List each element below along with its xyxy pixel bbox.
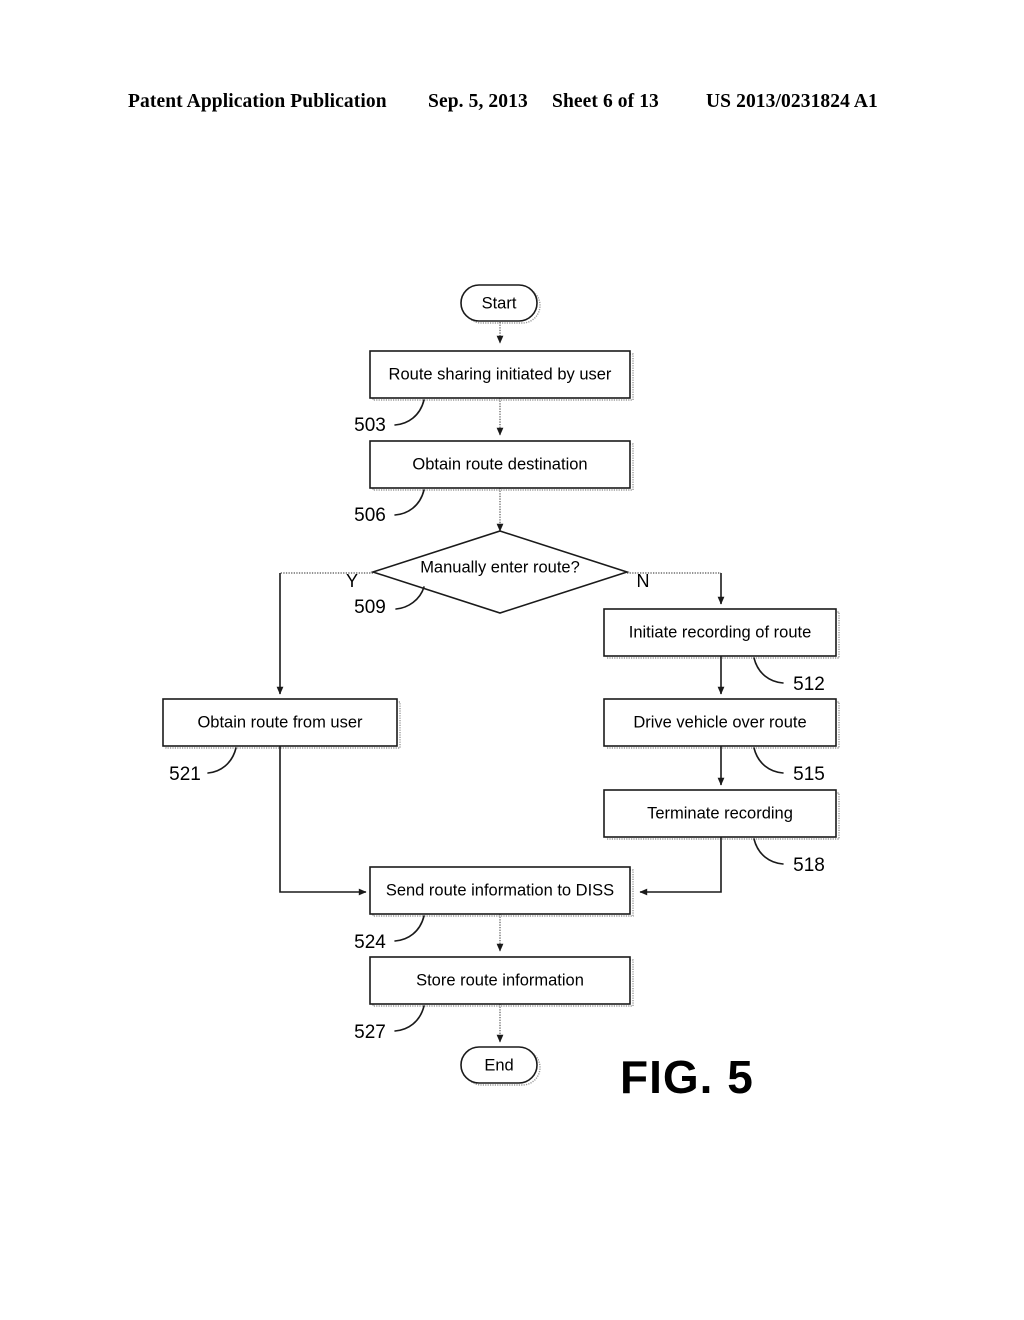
node-route-sharing: Route sharing initiated by user (369, 350, 631, 399)
leader-509: 509 (354, 586, 425, 618)
leader-521: 521 (169, 747, 237, 785)
node-obtain-destination: Obtain route destination (369, 440, 631, 489)
figure-5-flowchart: Start Route sharing initiated by user 50… (0, 0, 1024, 1320)
node-obtain-destination-label: Obtain route destination (412, 455, 587, 473)
connector-521-to-524 (279, 746, 367, 896)
node-obtain-route-user-label: Obtain route from user (197, 713, 363, 731)
branch-label-yes: Y (346, 571, 358, 591)
node-start: Start (460, 284, 538, 322)
reference-numeral-515: 515 (793, 764, 825, 785)
node-initiate-recording-label: Initiate recording of route (629, 623, 812, 641)
leader-512: 512 (753, 657, 825, 695)
leader-503: 503 (354, 399, 425, 436)
node-decision-label: Manually enter route? (420, 558, 580, 576)
leader-515: 515 (753, 747, 825, 785)
leader-506: 506 (354, 489, 425, 526)
reference-numeral-503: 503 (354, 415, 386, 436)
node-end: End (460, 1046, 538, 1084)
node-decision: Manually enter route? (370, 530, 630, 614)
figure-label: FIG. 5 (620, 1051, 754, 1103)
leader-518: 518 (753, 838, 825, 876)
branch-label-no: N (637, 571, 650, 591)
leader-524: 524 (354, 915, 425, 953)
node-end-label: End (484, 1056, 513, 1074)
node-drive-vehicle: Drive vehicle over route (603, 698, 837, 747)
reference-numeral-506: 506 (354, 505, 386, 526)
leader-527: 527 (354, 1005, 425, 1043)
node-route-sharing-label: Route sharing initiated by user (389, 365, 612, 383)
reference-numeral-527: 527 (354, 1022, 386, 1043)
node-terminate-recording: Terminate recording (603, 789, 837, 838)
node-obtain-route-user: Obtain route from user (162, 698, 398, 747)
node-send-diss-label: Send route information to DISS (386, 881, 614, 899)
node-send-diss: Send route information to DISS (369, 866, 631, 915)
reference-numeral-518: 518 (793, 855, 825, 876)
flow-connectors (276, 322, 725, 1043)
node-terminate-recording-label: Terminate recording (647, 804, 793, 822)
node-initiate-recording: Initiate recording of route (603, 608, 837, 657)
node-start-label: Start (482, 294, 517, 312)
reference-numeral-524: 524 (354, 932, 386, 953)
node-store-info: Store route information (369, 956, 631, 1005)
reference-numeral-509: 509 (354, 597, 386, 618)
reference-numeral-521: 521 (169, 764, 201, 785)
node-store-info-label: Store route information (416, 971, 584, 989)
reference-numeral-512: 512 (793, 674, 825, 695)
connector-518-to-524 (639, 837, 722, 896)
node-drive-vehicle-label: Drive vehicle over route (633, 713, 806, 731)
